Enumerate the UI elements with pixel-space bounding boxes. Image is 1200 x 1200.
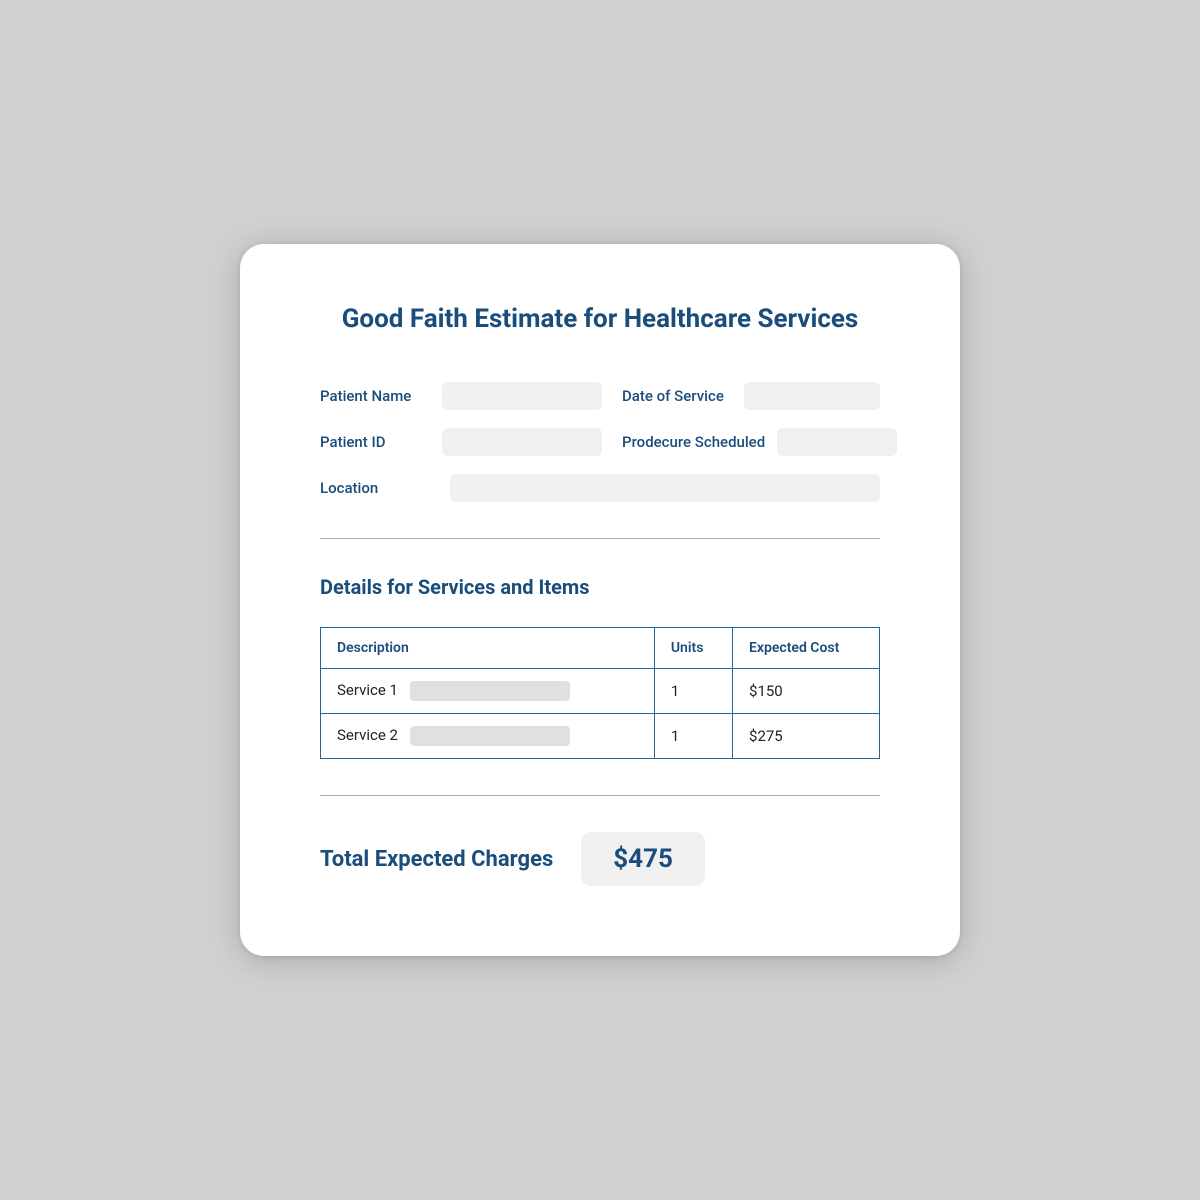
- document-card: Good Faith Estimate for Healthcare Servi…: [240, 244, 960, 956]
- procedure-scheduled-label: Prodecure Scheduled: [622, 433, 765, 451]
- date-of-service-group: Date of Service: [622, 382, 880, 410]
- services-table: Description Units Expected Cost Service …: [320, 627, 880, 759]
- total-section: Total Expected Charges $475: [320, 832, 880, 886]
- patient-name-group: Patient Name: [320, 382, 602, 410]
- procedure-scheduled-group: Prodecure Scheduled: [622, 428, 880, 456]
- divider-1: [320, 538, 880, 539]
- table-row: Service 2 1$275: [321, 714, 880, 759]
- patient-name-label: Patient Name: [320, 387, 430, 405]
- service-cost-2: $275: [733, 714, 880, 759]
- patient-id-group: Patient ID: [320, 428, 602, 456]
- service-placeholder-2: [410, 726, 570, 746]
- fields-section: Patient Name Date of Service Patient ID …: [320, 382, 880, 502]
- service-cost-1: $150: [733, 668, 880, 713]
- procedure-scheduled-value: [777, 428, 897, 456]
- location-value: [450, 474, 880, 502]
- date-of-service-label: Date of Service: [622, 387, 732, 405]
- col-expected-cost: Expected Cost: [733, 627, 880, 668]
- service-placeholder-1: [410, 681, 570, 701]
- service-name-1: Service 1: [337, 681, 398, 699]
- document-title: Good Faith Estimate for Healthcare Servi…: [320, 304, 880, 334]
- service-name-2: Service 2: [337, 726, 398, 744]
- divider-2: [320, 795, 880, 796]
- date-of-service-value: [744, 382, 880, 410]
- service-desc-2: Service 2: [321, 714, 655, 759]
- total-label: Total Expected Charges: [320, 847, 553, 872]
- field-row-2: Patient ID Prodecure Scheduled: [320, 428, 880, 456]
- col-description: Description: [321, 627, 655, 668]
- service-desc-1: Service 1: [321, 668, 655, 713]
- total-value: $475: [581, 832, 705, 886]
- patient-name-value: [442, 382, 602, 410]
- service-units-1: 1: [654, 668, 732, 713]
- field-row-1: Patient Name Date of Service: [320, 382, 880, 410]
- table-row: Service 1 1$150: [321, 668, 880, 713]
- service-units-2: 1: [654, 714, 732, 759]
- field-row-location: Location: [320, 474, 880, 502]
- patient-id-value: [442, 428, 602, 456]
- col-units: Units: [654, 627, 732, 668]
- patient-id-label: Patient ID: [320, 433, 430, 451]
- table-header-row: Description Units Expected Cost: [321, 627, 880, 668]
- location-label: Location: [320, 479, 430, 497]
- details-section-title: Details for Services and Items: [320, 575, 880, 599]
